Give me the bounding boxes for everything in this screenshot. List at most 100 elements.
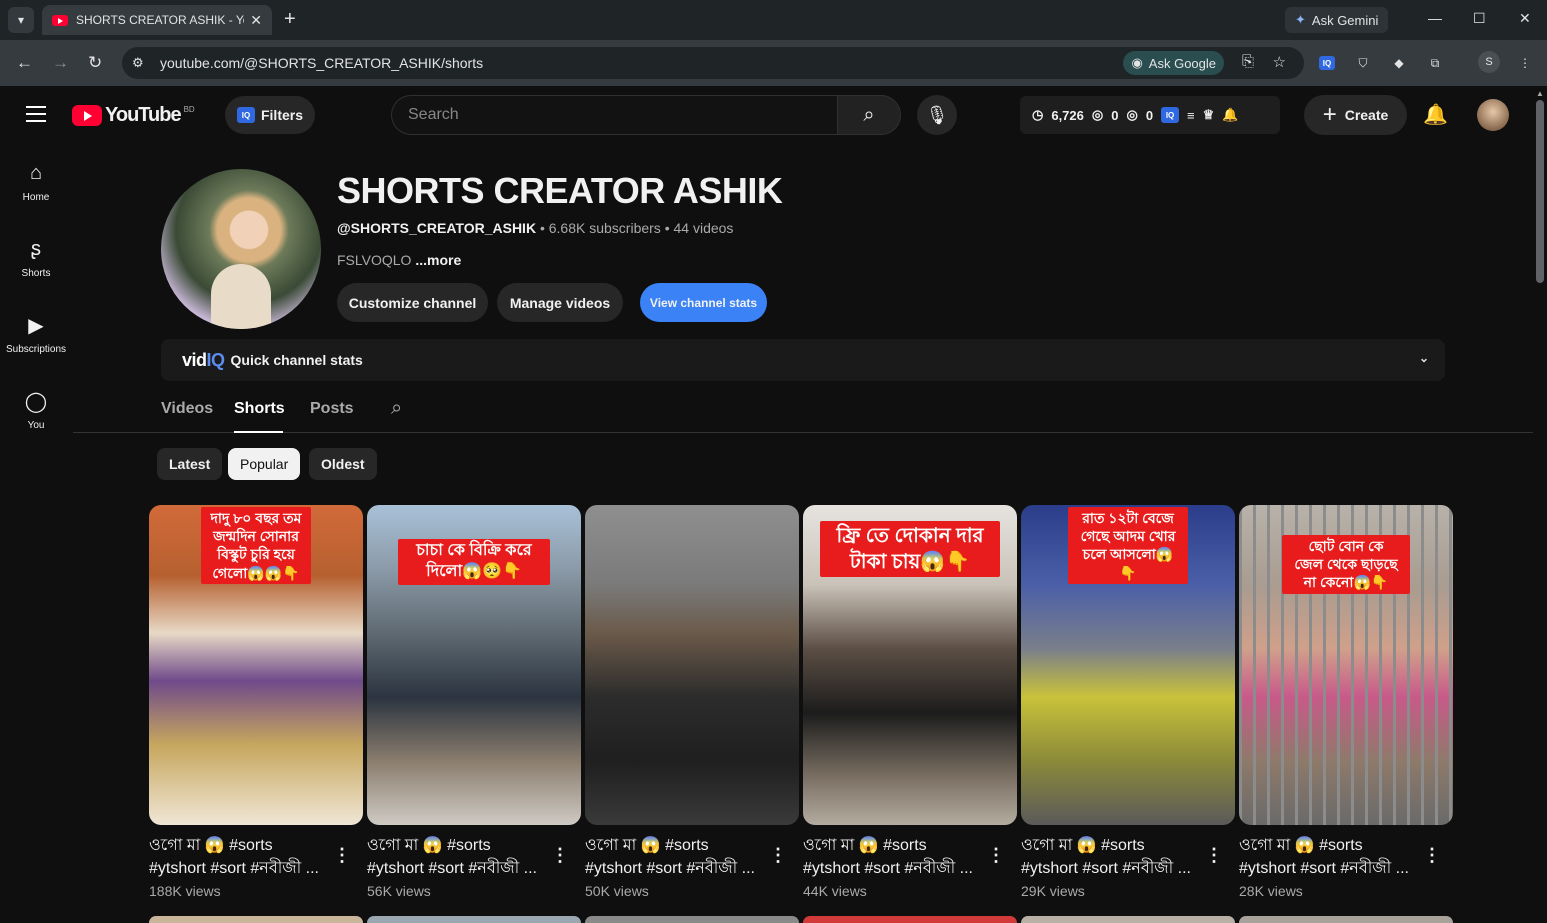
more-actions-icon[interactable]: ⋮ bbox=[333, 845, 351, 866]
customize-channel-button[interactable]: Customize channel bbox=[337, 283, 488, 322]
short-thumbnail-next-row[interactable] bbox=[803, 916, 1017, 923]
menu-hamburger-icon[interactable] bbox=[26, 106, 46, 127]
shield-extension-icon[interactable]: ⛉ bbox=[1353, 53, 1373, 73]
youtube-logo[interactable]: YouTube BD bbox=[72, 104, 195, 127]
minimize-icon[interactable]: — bbox=[1428, 10, 1442, 26]
chevron-down-icon[interactable]: ⌄ bbox=[1419, 351, 1429, 365]
short-thumbnail-next-row[interactable] bbox=[1021, 916, 1235, 923]
short-thumbnail[interactable]: ছোট বোন কে জেল থেকে ছাড়ছে না কেনো😱👇 bbox=[1239, 505, 1453, 825]
site-info-icon[interactable]: ⚙ bbox=[132, 55, 150, 71]
short-card[interactable]: দাদু ৮০ বছর তম জন্মদিন সোনার বিস্কুট চুর… bbox=[149, 505, 363, 899]
more-actions-icon[interactable]: ⋮ bbox=[769, 845, 787, 866]
scrollbar-thumb[interactable] bbox=[1536, 100, 1544, 283]
short-title-line1[interactable]: ওগো মা 😱 #sorts bbox=[367, 834, 552, 857]
short-title-line1[interactable]: ওগো মা 😱 #sorts bbox=[1021, 834, 1206, 857]
short-thumbnail[interactable]: ফ্রি তে দোকান দার টাকা চায়😱👇 bbox=[803, 505, 1017, 825]
search-input[interactable]: Search bbox=[391, 95, 838, 135]
short-thumbnail[interactable]: চাচা কে বিক্রি করে দিলো😱🥺👇 bbox=[367, 505, 581, 825]
short-card[interactable]: চাচা কে বিক্রি করে দিলো😱🥺👇 ওগো মা 😱 #sor… bbox=[367, 505, 581, 899]
scroll-up-icon[interactable]: ▲ bbox=[1536, 89, 1544, 98]
browser-menu-icon[interactable]: ⋮ bbox=[1515, 53, 1535, 73]
short-title-line2[interactable]: #ytshort #sort #নবীজী ... bbox=[367, 857, 547, 880]
view-channel-stats-button[interactable]: View channel stats bbox=[640, 283, 767, 322]
tab-posts[interactable]: Posts bbox=[310, 400, 354, 418]
stat-count-3: 0 bbox=[1145, 107, 1154, 123]
short-card[interactable]: ওগো মা 😱 #sorts #ytshort #sort #নবীজী ..… bbox=[585, 505, 799, 899]
vidiq-extension-icon[interactable]: IQ bbox=[1317, 53, 1337, 73]
short-thumbnail[interactable]: দাদু ৮০ বছর তম জন্মদিন সোনার বিস্কুট চুর… bbox=[149, 505, 363, 825]
vidiq-quick-stats-panel[interactable]: vidIQ Quick channel stats ⌄ bbox=[161, 339, 1445, 381]
short-title-line2[interactable]: #ytshort #sort #নবীজী ... bbox=[585, 857, 765, 880]
more-actions-icon[interactable]: ⋮ bbox=[987, 845, 1005, 866]
search-button[interactable]: ⌕ bbox=[837, 95, 901, 135]
new-tab-button[interactable]: + bbox=[284, 8, 296, 31]
ask-google-button[interactable]: ◉ Ask Google bbox=[1123, 51, 1224, 75]
sidebar-item-subscriptions[interactable]: ▶ Subscriptions bbox=[0, 296, 72, 372]
ask-gemini-button[interactable]: ✦ Ask Gemini bbox=[1285, 7, 1389, 33]
chip-latest[interactable]: Latest bbox=[157, 448, 223, 480]
short-title-line2[interactable]: #ytshort #sort #নবীজী ... bbox=[1021, 857, 1201, 880]
reload-icon[interactable]: ↻ bbox=[88, 53, 102, 73]
channel-avatar[interactable] bbox=[161, 169, 321, 329]
chip-oldest[interactable]: Oldest bbox=[309, 448, 377, 480]
browser-profile-avatar[interactable]: S bbox=[1478, 51, 1500, 73]
page-scrollbar[interactable]: ▲ bbox=[1533, 86, 1547, 923]
more-actions-icon[interactable]: ⋮ bbox=[1205, 845, 1223, 866]
mini-guide-sidebar: ⌂ Home ʂ Shorts ▶ Subscriptions ◯ You bbox=[0, 144, 72, 448]
you-icon: ◯ bbox=[24, 391, 48, 413]
bookmark-star-icon[interactable]: ☆ bbox=[1273, 53, 1286, 71]
short-thumbnail-next-row[interactable] bbox=[585, 916, 799, 923]
vidiq-stats-bar[interactable]: ◷ 6,726 ◎ 0 ◎ 0 IQ ≡ ♕ 🔔 bbox=[1020, 96, 1280, 134]
notifications-bell-icon[interactable]: 🔔 bbox=[1423, 102, 1448, 127]
sidebar-item-home[interactable]: ⌂ Home bbox=[0, 144, 72, 220]
ask-gemini-label: Ask Gemini bbox=[1311, 12, 1379, 28]
more-link[interactable]: ...more bbox=[415, 252, 461, 268]
extensions-puzzle-icon[interactable]: ⧉ bbox=[1425, 53, 1445, 73]
short-card[interactable]: রাত ১২টা বেজে গেছে আদম খোর চলে আসলো😱👇 ওগ… bbox=[1021, 505, 1235, 899]
sidebar-item-shorts[interactable]: ʂ Shorts bbox=[0, 220, 72, 296]
close-tab-icon[interactable]: ✕ bbox=[250, 12, 262, 29]
vidiq-filters-button[interactable]: IQ Filters bbox=[225, 96, 315, 134]
tab-videos[interactable]: Videos bbox=[161, 400, 213, 418]
browser-tab[interactable]: SHORTS CREATOR ASHIK - YouTube ✕ bbox=[42, 5, 272, 35]
tab-shorts[interactable]: Shorts bbox=[234, 400, 285, 418]
short-title-line1[interactable]: ওগো মা 😱 #sorts bbox=[585, 834, 770, 857]
maximize-icon[interactable]: ☐ bbox=[1473, 10, 1486, 27]
manage-videos-button[interactable]: Manage videos bbox=[497, 283, 623, 322]
channel-description[interactable]: FSLVOQLO ...more bbox=[337, 252, 461, 268]
channel-search-icon[interactable]: ⌕ bbox=[391, 397, 402, 420]
install-app-icon[interactable]: ⎘ bbox=[1242, 53, 1254, 70]
short-thumbnail[interactable] bbox=[585, 505, 799, 825]
forward-icon[interactable]: → bbox=[52, 53, 69, 73]
short-title-line1[interactable]: ওগো মা 😱 #sorts bbox=[149, 834, 334, 857]
account-avatar[interactable] bbox=[1477, 99, 1509, 131]
short-title-line2[interactable]: #ytshort #sort #নবীজী ... bbox=[803, 857, 983, 880]
short-title-line1[interactable]: ওগো মা 😱 #sorts bbox=[1239, 834, 1424, 857]
more-actions-icon[interactable]: ⋮ bbox=[1423, 845, 1441, 866]
sidebar-item-label: You bbox=[27, 419, 45, 431]
voice-search-button[interactable]: 🎙 bbox=[917, 95, 957, 135]
short-thumbnail-next-row[interactable] bbox=[367, 916, 581, 923]
short-card[interactable]: ফ্রি তে দোকান দার টাকা চায়😱👇 ওগো মা 😱 #… bbox=[803, 505, 1017, 899]
back-icon[interactable]: ← bbox=[16, 53, 33, 73]
list-icon[interactable]: ≡ bbox=[1187, 108, 1195, 123]
thumbnail-caption: ফ্রি তে দোকান দার টাকা চায়😱👇 bbox=[820, 521, 1000, 577]
short-thumbnail-next-row[interactable] bbox=[149, 916, 363, 923]
short-title-line2[interactable]: #ytshort #sort #নবীজী ... bbox=[1239, 857, 1419, 880]
color-extension-icon[interactable]: ◆ bbox=[1389, 53, 1409, 73]
vidiq-icon[interactable]: IQ bbox=[1161, 107, 1180, 123]
sidebar-item-you[interactable]: ◯ You bbox=[0, 372, 72, 448]
trophy-icon[interactable]: ♕ bbox=[1203, 107, 1215, 123]
notification-icon[interactable]: 🔔 bbox=[1222, 107, 1238, 123]
tab-search-button[interactable]: ▾ bbox=[8, 7, 34, 33]
more-actions-icon[interactable]: ⋮ bbox=[551, 845, 569, 866]
short-title-line1[interactable]: ওগো মা 😱 #sorts bbox=[803, 834, 988, 857]
short-title-line2[interactable]: #ytshort #sort #নবীজী ... bbox=[149, 857, 329, 880]
short-card[interactable]: ছোট বোন কে জেল থেকে ছাড়ছে না কেনো😱👇 ওগো… bbox=[1239, 505, 1453, 899]
short-thumbnail-next-row[interactable] bbox=[1239, 916, 1453, 923]
short-thumbnail[interactable]: রাত ১২টা বেজে গেছে আদম খোর চলে আসলো😱👇 bbox=[1021, 505, 1235, 825]
create-button[interactable]: + Create bbox=[1304, 95, 1407, 135]
close-window-icon[interactable]: ✕ bbox=[1519, 10, 1531, 27]
address-bar[interactable]: ⚙ youtube.com/@SHORTS_CREATOR_ASHIK/shor… bbox=[122, 47, 1304, 79]
chip-popular[interactable]: Popular bbox=[228, 448, 301, 480]
